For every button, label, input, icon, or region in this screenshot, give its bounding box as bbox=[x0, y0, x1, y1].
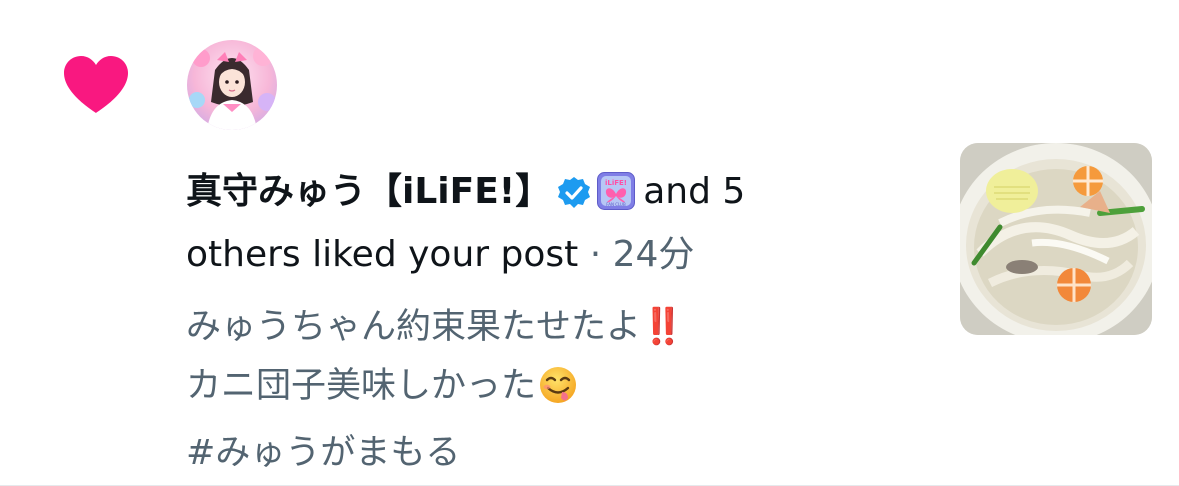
post-line-2: カニ団子美味しかった bbox=[186, 357, 906, 424]
double-exclamation-emoji: ‼️ bbox=[641, 307, 685, 347]
svg-text:iLiFE!: iLiFE! bbox=[605, 179, 627, 187]
post-thumbnail-soup-photo[interactable] bbox=[960, 143, 1152, 335]
notification-headline: 真守みゅう【iLiFE!】 iLiFE! FAN CLUB and 5 others l… bbox=[186, 164, 846, 283]
yum-face-emoji bbox=[538, 365, 578, 424]
verified-badge-icon bbox=[557, 171, 591, 227]
post-line-1: みゅうちゃん約束果たせたよ‼️ bbox=[186, 307, 685, 347]
summary-text-2: others liked your post bbox=[186, 234, 579, 275]
separator-dot: · bbox=[589, 234, 602, 275]
heart-icon bbox=[62, 55, 130, 115]
avatar[interactable] bbox=[187, 40, 277, 130]
post-preview-text[interactable]: みゅうちゃん約束果たせたよ‼️ カニ団子美味しかった #みゅうがまもる bbox=[186, 298, 906, 483]
timestamp: 24分 bbox=[612, 234, 695, 275]
like-notification[interactable]: 真守みゅう【iLiFE!】 iLiFE! FAN CLUB and 5 others l… bbox=[0, 0, 1179, 486]
summary-text-1: and 5 bbox=[643, 171, 746, 212]
post-line-3-hashtag[interactable]: #みゅうがまもる bbox=[186, 424, 906, 483]
actor-name[interactable]: 真守みゅう【iLiFE!】 bbox=[186, 171, 551, 212]
ilife-affiliate-badge-icon: iLiFE! FAN CLUB bbox=[597, 171, 636, 227]
svg-text:FAN CLUB: FAN CLUB bbox=[607, 202, 627, 207]
